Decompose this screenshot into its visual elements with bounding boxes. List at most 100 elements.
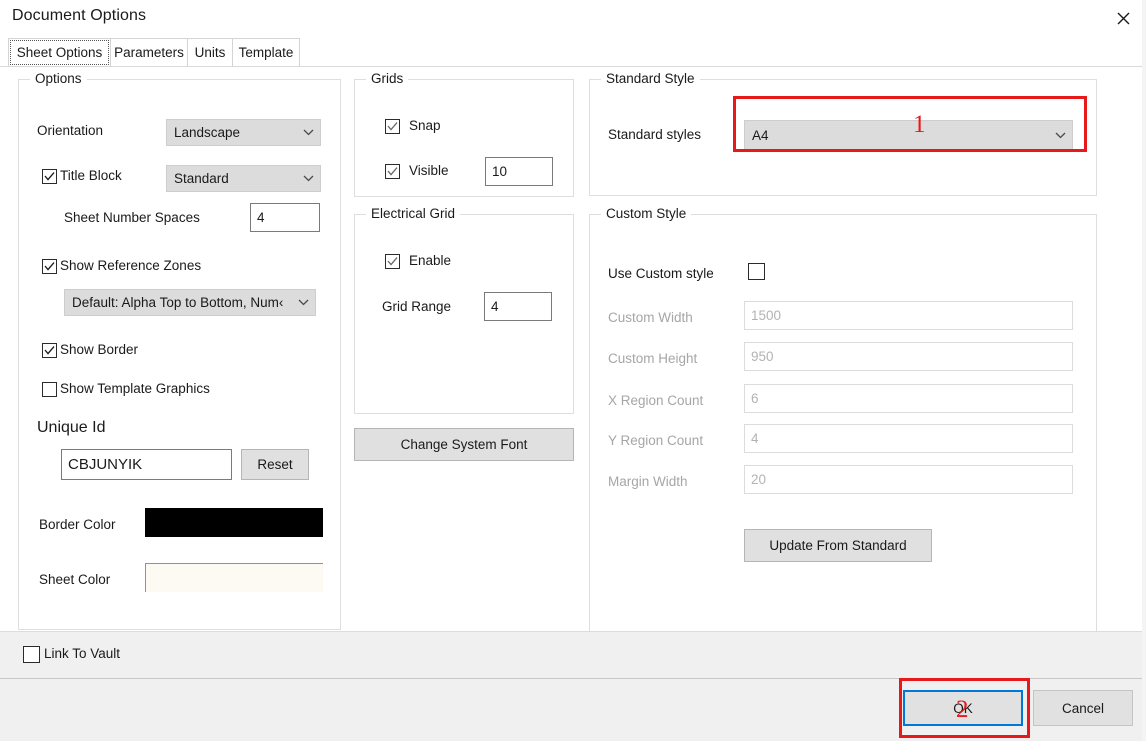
electrical-grid-enable-label: Enable [409,253,452,268]
tab-label: Sheet Options [16,45,103,60]
visible-checkbox[interactable] [385,164,400,179]
sheet-color-label: Sheet Color [39,572,111,587]
snap-checkbox[interactable] [385,119,400,134]
right-edge-artifact [1142,0,1146,741]
grid-range-label: Grid Range [382,299,452,314]
chevron-down-icon [1048,132,1072,139]
title-block-combo[interactable]: Standard [166,165,321,192]
x-region-count-label: X Region Count [608,393,704,408]
reset-button[interactable]: Reset [241,449,309,480]
change-system-font-button[interactable]: Change System Font [354,428,574,461]
chevron-down-icon [296,175,320,182]
tab-label: Units [194,45,226,60]
sheet-color-swatch[interactable] [145,563,323,592]
options-group: Options Orientation Landscape Title Bloc… [18,71,341,630]
show-border-checkbox[interactable] [42,343,57,358]
close-icon [1117,12,1130,25]
title-block-value: Standard [174,171,229,186]
margin-width-input[interactable]: 20 [744,465,1073,494]
ok-label: OK [953,700,973,716]
tab-template[interactable]: Template [232,38,300,67]
show-border-label: Show Border [60,342,139,357]
grids-group: Grids Snap Visible 10 [354,71,574,197]
show-template-graphics-checkbox[interactable] [42,382,57,397]
electrical-grid-enable-checkbox[interactable] [385,254,400,269]
tab-sheet-options[interactable]: Sheet Options [8,38,111,67]
custom-width-input[interactable]: 1500 [744,301,1073,330]
update-from-standard-button[interactable]: Update From Standard [744,529,932,562]
border-color-swatch[interactable] [145,508,323,537]
visible-label: Visible [409,163,449,178]
sheet-number-spaces-value: 4 [257,210,265,225]
x-region-count-input[interactable]: 6 [744,384,1073,413]
check-icon [387,122,398,131]
options-group-legend: Options [30,71,87,86]
unique-id-label: Unique Id [37,419,106,436]
document-options-dialog: Document Options Sheet Options Parameter… [0,0,1146,741]
orientation-label: Orientation [37,123,104,138]
custom-style-group: Custom Style Use Custom style Custom Wid… [589,206,1097,682]
cancel-label: Cancel [1061,700,1105,716]
margin-width-label: Margin Width [608,474,688,489]
title-block-label: Title Block [60,168,122,183]
y-region-count-label: Y Region Count [608,433,704,448]
sheet-number-spaces-input[interactable]: 4 [250,203,320,232]
change-system-font-label: Change System Font [400,437,528,452]
use-custom-style-label: Use Custom style [608,266,714,281]
chevron-down-icon [291,299,315,306]
custom-height-input[interactable]: 950 [744,342,1073,371]
update-from-standard-label: Update From Standard [769,538,907,553]
tab-parameters[interactable]: Parameters [110,38,188,67]
electrical-grid-group-legend: Electrical Grid [366,206,461,221]
margin-width-value: 20 [751,472,767,487]
check-icon [387,257,398,266]
close-button[interactable] [1100,0,1146,36]
grid-range-value: 4 [491,299,499,314]
show-reference-zones-checkbox[interactable] [42,259,57,274]
grid-range-input[interactable]: 4 [484,292,552,321]
visible-grid-size-input[interactable]: 10 [485,157,553,186]
sheet-number-spaces-label: Sheet Number Spaces [64,210,200,225]
custom-width-value: 1500 [751,308,782,323]
x-region-count-value: 6 [751,391,759,406]
custom-height-label: Custom Height [608,351,698,366]
show-template-graphics-label: Show Template Graphics [60,381,210,396]
footer-divider [0,678,1146,679]
custom-style-group-legend: Custom Style [601,206,692,221]
link-to-vault-label: Link To Vault [44,646,121,661]
unique-id-value: CBJUNYIK [68,456,143,473]
cancel-button[interactable]: Cancel [1033,690,1133,726]
use-custom-style-checkbox[interactable] [748,263,765,280]
visible-grid-size-value: 10 [492,164,508,179]
standard-styles-combo[interactable]: A4 [744,120,1073,151]
electrical-grid-group: Electrical Grid Enable Grid Range 4 [354,206,574,414]
standard-style-group-legend: Standard Style [601,71,700,86]
dialog-body: Options Orientation Landscape Title Bloc… [0,66,1146,682]
grids-group-legend: Grids [366,71,409,86]
y-region-count-value: 4 [751,431,759,446]
custom-height-value: 950 [751,349,774,364]
title-block-checkbox[interactable] [42,169,57,184]
tab-strip: Sheet Options Parameters Units Template [0,38,1146,67]
reference-zones-value: Default: Alpha Top to Bottom, Num‹ [72,295,284,310]
y-region-count-input[interactable]: 4 [744,424,1073,453]
standard-styles-value: A4 [752,128,769,143]
border-color-label: Border Color [39,517,116,532]
unique-id-input[interactable]: CBJUNYIK [61,449,232,480]
check-icon [387,167,398,176]
orientation-value: Landscape [174,125,241,140]
orientation-combo[interactable]: Landscape [166,119,321,146]
window-title: Document Options [12,7,147,24]
reference-zones-combo[interactable]: Default: Alpha Top to Bottom, Num‹ [64,289,316,316]
standard-style-group: Standard Style Standard styles A4 [589,71,1097,196]
ok-button[interactable]: OK [903,690,1023,726]
tab-label: Template [238,45,294,60]
title-bar: Document Options [0,0,1146,36]
link-to-vault-checkbox[interactable] [23,646,40,663]
standard-styles-label: Standard styles [608,127,702,142]
snap-label: Snap [409,118,441,133]
show-reference-zones-label: Show Reference Zones [60,258,202,273]
custom-width-label: Custom Width [608,310,693,325]
tab-units[interactable]: Units [187,38,233,67]
chevron-down-icon [296,129,320,136]
